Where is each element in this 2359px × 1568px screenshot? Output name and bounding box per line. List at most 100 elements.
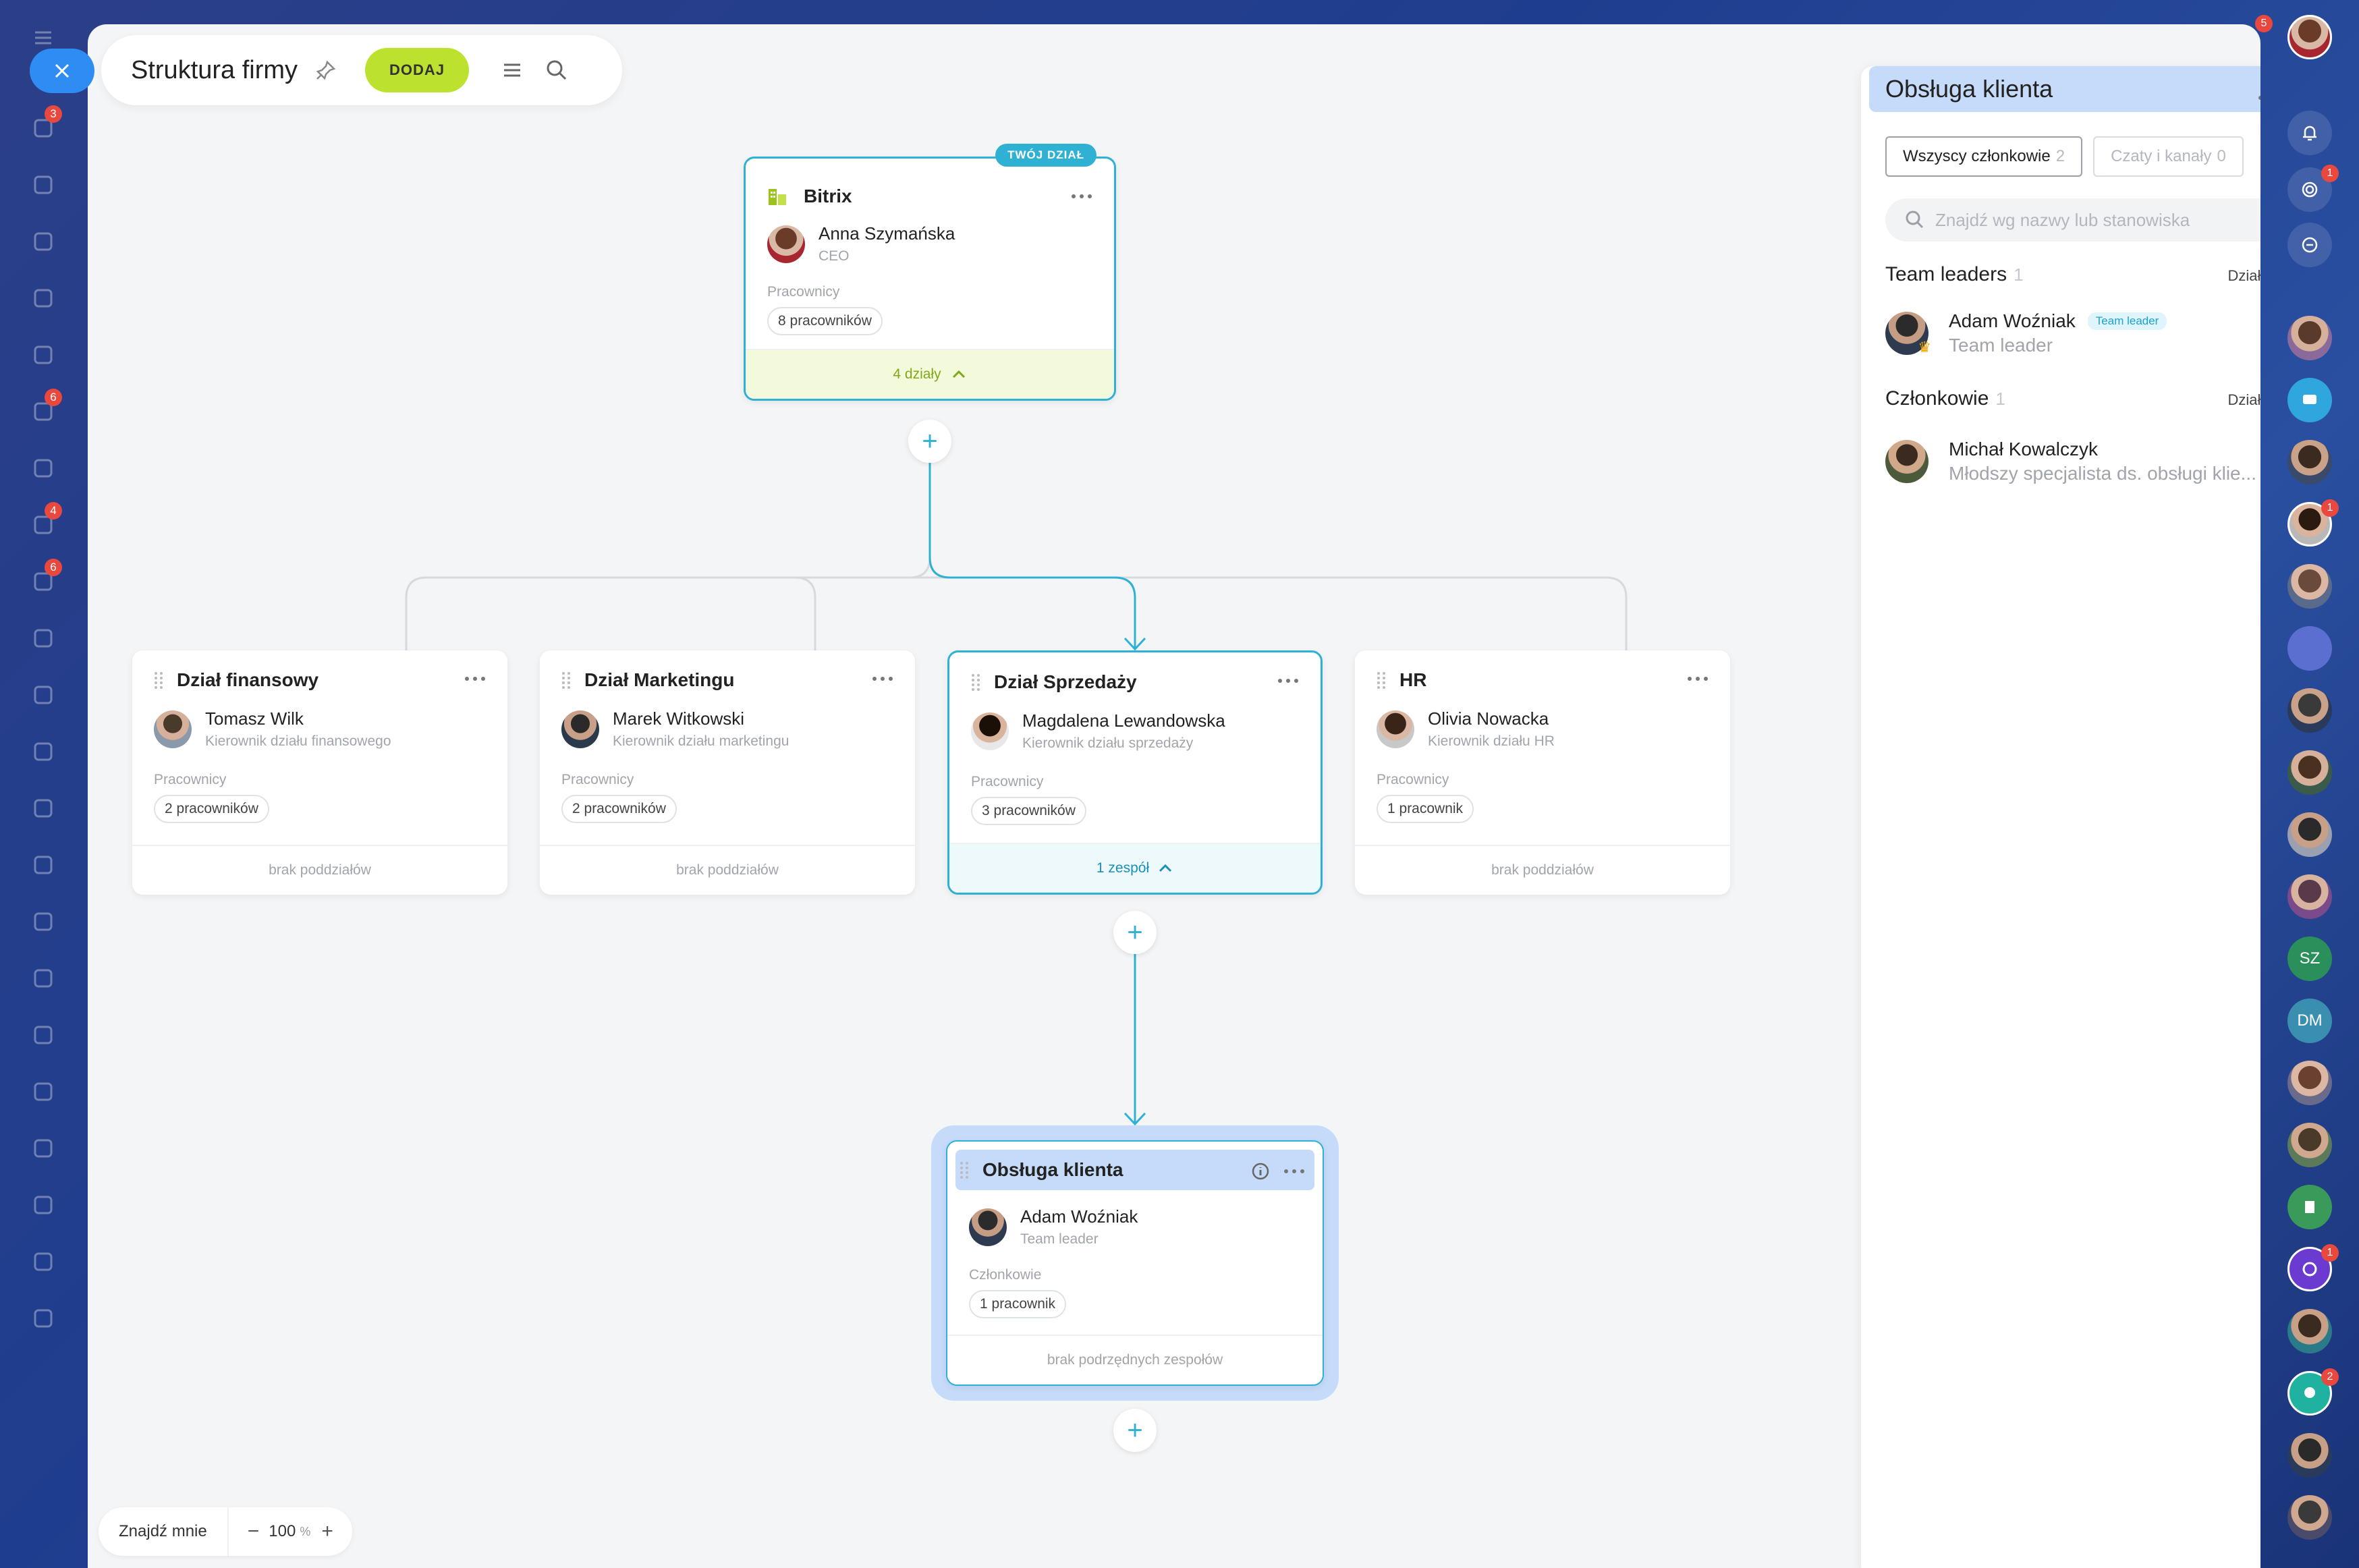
avatar: [154, 710, 192, 748]
monitor-icon[interactable]: [30, 851, 57, 878]
more-icon[interactable]: [462, 672, 489, 685]
chart-icon[interactable]: [30, 1078, 57, 1105]
more-icon[interactable]: [1275, 674, 1302, 688]
close-button[interactable]: [30, 49, 94, 93]
no-subdepartments: brak poddziałów: [676, 862, 779, 878]
document-icon[interactable]: [2287, 1185, 2332, 1229]
calendar2-icon[interactable]: [30, 681, 57, 708]
group-icon[interactable]: [30, 1021, 57, 1048]
head-role: Kierownik działu marketingu: [613, 733, 789, 749]
employees-count[interactable]: 8 pracowników: [767, 307, 883, 335]
team-leaders-section: Team leaders 1: [1885, 263, 2024, 285]
menu-icon[interactable]: [499, 57, 526, 84]
more-icon[interactable]: [1281, 1165, 1308, 1178]
pin-icon[interactable]: [314, 58, 338, 82]
info-icon[interactable]: [1251, 1162, 1270, 1181]
employees-count[interactable]: 1 pracownik: [1377, 795, 1474, 823]
department-head[interactable]: Magdalena Lewandowska Kierownik działu sp…: [971, 710, 1225, 752]
contact-avatar[interactable]: [2287, 750, 2332, 795]
department-card[interactable]: Dział Marketingu Marek Witkowski Kierowni…: [540, 650, 915, 895]
card-icon[interactable]: [30, 908, 57, 935]
members-count[interactable]: 1 pracownik: [969, 1290, 1067, 1318]
loop-icon[interactable]: [30, 455, 57, 482]
more-icon[interactable]: [1684, 672, 1711, 685]
add-button[interactable]: DODAJ: [365, 48, 470, 92]
contact-avatar[interactable]: [2287, 1061, 2332, 1105]
department-head[interactable]: Marek Witkowski Kierownik działu marketin…: [561, 708, 789, 750]
employees-count[interactable]: 2 pracowników: [154, 795, 269, 823]
search-icon[interactable]: [543, 57, 570, 84]
member-name: Michał Kowalczyk: [1949, 439, 2098, 459]
contact-avatar[interactable]: [2287, 812, 2332, 857]
members-actions-dropdown[interactable]: Działania: [2228, 391, 2261, 409]
target-icon[interactable]: [30, 285, 57, 312]
add-team-button[interactable]: +: [1113, 911, 1157, 954]
contact-avatar[interactable]: [2287, 440, 2332, 484]
search-chat-icon[interactable]: [2287, 223, 2332, 267]
main-canvas[interactable]: TWÓJ DZIAŁ Bitrix Anna Szymańska CEO Prac…: [88, 24, 2260, 1568]
add-subdepartment-button[interactable]: +: [908, 420, 951, 463]
contact-avatar[interactable]: [2287, 316, 2332, 360]
department-card[interactable]: Dział finansowy Tomasz Wilk Kierownik dzi…: [132, 650, 507, 895]
leader-item[interactable]: ♛ Adam Woźniak Team leader Team leader: [1885, 310, 2167, 356]
more-icon[interactable]: [869, 672, 896, 685]
department-card[interactable]: HR Olivia Nowacka Kierownik działu HR Pra…: [1355, 650, 1730, 895]
more-icon[interactable]: [1068, 190, 1095, 203]
employees-count[interactable]: 3 pracowników: [971, 797, 1086, 825]
drag-handle-icon[interactable]: [960, 1160, 969, 1179]
employees-count[interactable]: 2 pracowników: [561, 795, 677, 823]
file-icon[interactable]: [30, 795, 57, 822]
subteams-toggle[interactable]: 1 zespół: [949, 843, 1321, 893]
contact-avatar[interactable]: [2287, 688, 2332, 733]
drag-handle-icon[interactable]: [1377, 671, 1386, 690]
add-subteam-button[interactable]: +: [1113, 1409, 1157, 1452]
contact-avatar[interactable]: [2287, 874, 2332, 919]
toolbar: Struktura firmy DODAJ: [101, 35, 622, 105]
contact-avatar[interactable]: [2287, 1123, 2332, 1167]
team-card[interactable]: Obsługa klienta Adam Woźniak Team leader …: [946, 1140, 1324, 1386]
settings-icon[interactable]: [30, 625, 57, 652]
contact-avatar[interactable]: [2287, 564, 2332, 609]
market-icon[interactable]: [30, 1192, 57, 1219]
find-me-button[interactable]: Znajdź mnie: [99, 1507, 229, 1556]
initials-avatar[interactable]: DM: [2287, 999, 2332, 1043]
subdepartments-toggle[interactable]: 4 działy: [746, 349, 1114, 399]
drag-handle-icon[interactable]: [561, 671, 571, 690]
contact-avatar[interactable]: [2287, 1309, 2332, 1353]
drive-icon[interactable]: [30, 228, 57, 255]
member-search-input[interactable]: Znajdź wg nazwy lub stanowiska: [1885, 198, 2260, 242]
department-head[interactable]: Anna Szymańska CEO: [767, 223, 955, 264]
contact-avatar[interactable]: [2287, 1495, 2332, 1540]
flask-icon[interactable]: [30, 1135, 57, 1162]
more-icon[interactable]: [2256, 82, 2260, 111]
member-item[interactable]: Michał Kowalczyk Młodszy specjalista ds. …: [1885, 439, 2256, 484]
mail-icon[interactable]: [30, 965, 57, 992]
tab-all-members[interactable]: Wszyscy członkowie 2: [1885, 136, 2083, 177]
leaders-actions-dropdown[interactable]: Działania: [2228, 267, 2261, 285]
automation-icon[interactable]: [30, 1248, 57, 1275]
department-head[interactable]: Tomasz Wilk Kierownik działu finansowego: [154, 708, 391, 750]
user-avatar[interactable]: [2287, 15, 2332, 59]
calendar-icon[interactable]: [30, 171, 57, 198]
group-avatar[interactable]: [2287, 626, 2332, 671]
head-name: Anna Szymańska: [818, 223, 955, 244]
board-icon[interactable]: [30, 738, 57, 765]
drag-handle-icon[interactable]: [154, 671, 163, 690]
bell-icon[interactable]: [2287, 111, 2332, 155]
menu-icon[interactable]: [30, 24, 57, 51]
department-card[interactable]: Dział Sprzedaży Magdalena Lewandowska Kie…: [947, 650, 1323, 895]
drag-handle-icon[interactable]: [971, 673, 980, 692]
chat-channel-icon[interactable]: [2287, 378, 2332, 422]
code-icon[interactable]: [30, 1305, 57, 1332]
cart-icon[interactable]: [30, 341, 57, 368]
team-head[interactable]: Adam Woźniak Team leader: [969, 1206, 1138, 1248]
zoom-out-button[interactable]: −: [229, 1520, 269, 1543]
root-department-card[interactable]: TWÓJ DZIAŁ Bitrix Anna Szymańska CEO Prac…: [744, 144, 1116, 401]
building-icon: [769, 189, 786, 205]
zoom-in-button[interactable]: +: [310, 1520, 352, 1543]
contact-avatar[interactable]: [2287, 1433, 2332, 1478]
tab-chats-channels[interactable]: Czaty i kanały 0: [2093, 136, 2244, 177]
initials-avatar[interactable]: SZ: [2287, 936, 2332, 981]
chevron-up-icon: [952, 370, 965, 379]
department-head[interactable]: Olivia Nowacka Kierownik działu HR: [1377, 708, 1555, 750]
